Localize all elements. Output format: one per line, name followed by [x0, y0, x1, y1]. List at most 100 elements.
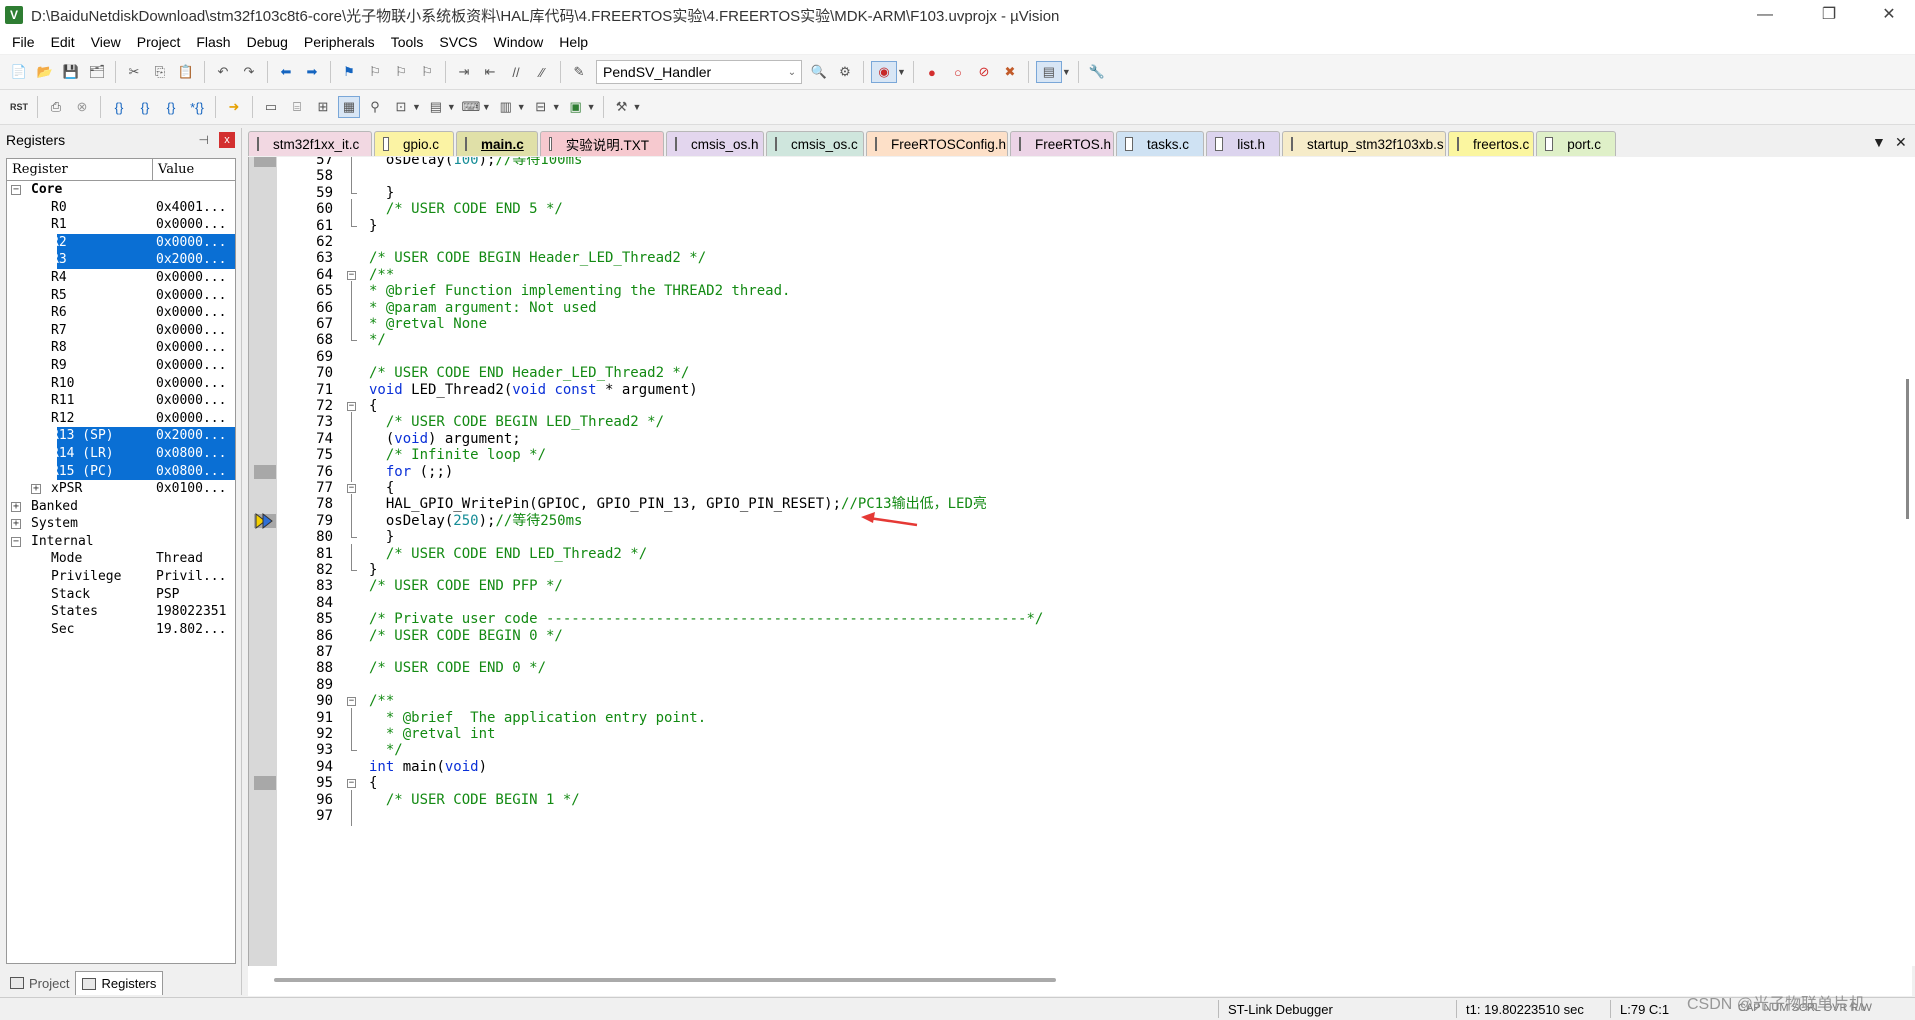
register-row[interactable]: R0 0x4001...	[7, 199, 235, 217]
show-next-statement-icon[interactable]: ➜	[223, 96, 245, 118]
run-icon[interactable]: ⎙	[45, 96, 67, 118]
stop-icon[interactable]: ⊗	[71, 96, 93, 118]
menu-tools[interactable]: Tools	[383, 30, 432, 54]
chevron-down-icon[interactable]: ▼	[482, 102, 491, 112]
open-file-icon[interactable]: 📂	[34, 61, 56, 83]
clear-bookmarks-icon[interactable]: ⚐	[416, 61, 438, 83]
step-over-icon[interactable]: {}	[134, 96, 156, 118]
run-to-cursor-icon[interactable]: *{}	[186, 96, 208, 118]
call-stack-icon[interactable]: ⚲	[364, 96, 386, 118]
save-icon[interactable]: 💾	[60, 61, 82, 83]
editor-tab[interactable]: list.h	[1206, 131, 1280, 156]
bookmark-icon[interactable]: ⚑	[338, 61, 360, 83]
unindent-icon[interactable]: ⇤	[479, 61, 501, 83]
minimize-button[interactable]: —	[1742, 0, 1788, 30]
kill-breakpoints-icon[interactable]: ✖	[999, 61, 1021, 83]
register-row[interactable]: − Core	[7, 181, 235, 199]
editor-tab[interactable]: FreeRTOS.h	[1010, 131, 1114, 156]
menu-window[interactable]: Window	[486, 30, 552, 54]
editor-tab[interactable]: main.c	[456, 131, 538, 156]
register-row[interactable]: R15 (PC) 0x0800...	[7, 462, 235, 481]
register-row[interactable]: R11 0x0000...	[7, 392, 235, 410]
prev-bookmark-icon[interactable]: ⚐	[364, 61, 386, 83]
fold-toggle-icon[interactable]: −	[347, 270, 356, 280]
chevron-down-icon[interactable]: ▼	[412, 102, 421, 112]
register-row[interactable]: R14 (LR) 0x0800...	[7, 444, 235, 463]
navigate-back-icon[interactable]: ⬅	[275, 61, 297, 83]
debug-session-icon[interactable]: ◉	[871, 61, 897, 83]
indent-icon[interactable]: ⇥	[453, 61, 475, 83]
register-row[interactable]: R2 0x0000...	[7, 233, 235, 252]
menu-peripherals[interactable]: Peripherals	[296, 30, 383, 54]
redo-icon[interactable]: ↷	[238, 61, 260, 83]
editor-tab[interactable]: stm32f1xx_it.c	[248, 131, 372, 156]
vertical-scrollbar[interactable]	[1900, 157, 1915, 966]
expand-icon[interactable]: +	[31, 484, 41, 495]
register-row[interactable]: − Internal	[7, 533, 235, 551]
horizontal-scrollbar-thumb[interactable]	[274, 978, 1056, 982]
register-row[interactable]: + xPSR 0x0100...	[7, 480, 235, 498]
column-register[interactable]: Register	[7, 159, 153, 180]
register-row[interactable]: R1 0x0000...	[7, 216, 235, 234]
enable-breakpoint-icon[interactable]: ○	[947, 61, 969, 83]
panel-tab-project[interactable]: Project	[4, 971, 75, 995]
editor-tab[interactable]: FreeRTOSConfig.h	[866, 131, 1008, 156]
collapse-icon[interactable]: −	[11, 185, 21, 195]
register-row[interactable]: R10 0x0000...	[7, 375, 235, 393]
register-row[interactable]: R4 0x0000...	[7, 269, 235, 287]
chevron-down-icon[interactable]: ▼	[447, 102, 456, 112]
copy-icon[interactable]: ⎘	[149, 61, 171, 83]
configure-icon[interactable]: 🔧	[1086, 61, 1108, 83]
registers-window-icon[interactable]: ▦	[338, 96, 360, 118]
restore-button[interactable]: ❐	[1806, 0, 1852, 30]
register-row[interactable]: + Banked	[7, 498, 235, 516]
register-row[interactable]: R9 0x0000...	[7, 357, 235, 375]
panel-tab-registers[interactable]: Registers	[75, 971, 164, 995]
vertical-scrollbar-thumb[interactable]	[1906, 379, 1909, 519]
cut-icon[interactable]: ✂	[123, 61, 145, 83]
register-row[interactable]: R5 0x0000...	[7, 287, 235, 305]
editor-tab[interactable]: cmsis_os.h	[666, 131, 764, 156]
register-row[interactable]: R12 0x0000...	[7, 410, 235, 428]
close-tab-icon[interactable]: ✕	[1895, 134, 1907, 151]
fold-toggle-icon[interactable]: −	[347, 697, 356, 707]
chevron-down-icon[interactable]: ▼	[1062, 67, 1071, 77]
editor-tab[interactable]: 实验说明.TXT	[540, 131, 664, 156]
menu-help[interactable]: Help	[551, 30, 596, 54]
find-in-files-icon[interactable]: 🔍	[808, 61, 830, 83]
collapse-icon[interactable]: −	[11, 536, 21, 547]
memory-window-icon[interactable]: ▤	[425, 96, 447, 118]
editor-tab[interactable]: cmsis_os.c	[766, 131, 864, 156]
breakpoint-marker[interactable]	[254, 464, 276, 479]
breakpoint-gutter[interactable]	[249, 157, 277, 966]
fold-toggle-icon[interactable]: −	[347, 402, 356, 411]
menu-project[interactable]: Project	[129, 30, 189, 54]
fold-toggle-icon[interactable]: −	[347, 484, 356, 493]
uncomment-icon[interactable]: ⁄⁄	[531, 61, 553, 83]
tab-list-dropdown[interactable]: ▼	[1872, 134, 1886, 150]
fold-toggle-icon[interactable]: −	[347, 779, 356, 789]
editor-tab[interactable]: freertos.c	[1448, 131, 1534, 156]
paste-icon[interactable]: 📋	[175, 61, 197, 83]
chevron-down-icon[interactable]: ▼	[897, 67, 906, 77]
breakpoint-marker[interactable]	[254, 776, 276, 791]
register-row[interactable]: Sec 19.802...	[7, 621, 235, 639]
menu-edit[interactable]: Edit	[43, 30, 83, 54]
menu-flash[interactable]: Flash	[188, 30, 238, 54]
watch-window-icon[interactable]: ⊡	[390, 96, 412, 118]
system-viewer-icon[interactable]: ▣	[565, 96, 587, 118]
register-row[interactable]: R6 0x0000...	[7, 304, 235, 322]
toolbox-icon[interactable]: ⚒	[611, 96, 633, 118]
reset-cpu-icon[interactable]: RST	[8, 96, 30, 118]
disassembly-window-icon[interactable]: ⌸	[286, 96, 308, 118]
menu-view[interactable]: View	[83, 30, 129, 54]
new-file-icon[interactable]: 📄	[8, 61, 30, 83]
analysis-window-icon[interactable]: ▥	[495, 96, 517, 118]
register-row[interactable]: R7 0x0000...	[7, 322, 235, 340]
column-value[interactable]: Value	[153, 159, 194, 180]
register-row[interactable]: Privilege Privil...	[7, 568, 235, 586]
command-window-icon[interactable]: ▭	[260, 96, 282, 118]
serial-window-icon[interactable]: ⌨	[460, 96, 482, 118]
insert-breakpoint-icon[interactable]: ●	[921, 61, 943, 83]
close-icon[interactable]: x	[219, 132, 235, 148]
